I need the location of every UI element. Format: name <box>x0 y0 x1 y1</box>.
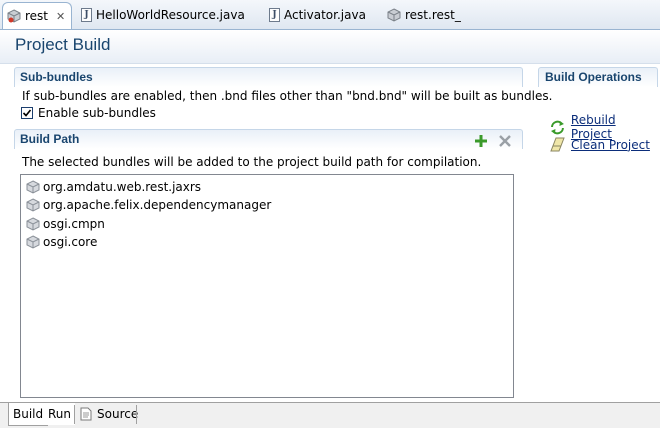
tab-label: Activator.java <box>284 8 366 22</box>
tab-helloworldresource[interactable]: J HelloWorldResource.java <box>81 4 245 26</box>
java-file-icon: J <box>81 8 92 22</box>
remove-bundle-button[interactable] <box>497 133 513 149</box>
tab-separator <box>136 405 137 424</box>
bundle-name: osgi.cmpn <box>43 217 105 231</box>
tab-run[interactable]: Run <box>44 403 76 425</box>
bundle-icon <box>387 8 401 22</box>
subbundles-section-header: Sub-bundles <box>14 67 523 87</box>
refresh-icon <box>550 120 564 134</box>
bundle-name: osgi.core <box>43 235 98 249</box>
tab-label: rest.rest_ <box>405 8 461 22</box>
tab-label: Build <box>13 407 44 421</box>
tab-rest[interactable]: rest ✕ <box>2 2 73 29</box>
add-bundle-button[interactable] <box>473 133 489 149</box>
tab-separator <box>74 405 75 424</box>
tab-build[interactable]: Build <box>8 403 49 426</box>
bundle-icon <box>7 9 21 23</box>
remove-icon <box>499 135 511 147</box>
tab-label: rest <box>25 9 49 23</box>
source-file-icon <box>80 407 92 421</box>
buildpath-description: The selected bundles will be added to th… <box>22 155 482 169</box>
section-title: Build Operations <box>545 70 642 84</box>
tab-label: Source <box>97 407 139 421</box>
page-tab-bar: Build Run Source <box>0 402 660 428</box>
form-header: Project Build <box>0 30 660 64</box>
list-item[interactable]: osgi.core <box>26 233 97 251</box>
editor-tab-bar: rest ✕ J HelloWorldResource.java J Activ… <box>0 0 660 30</box>
tab-label: HelloWorldResource.java <box>96 8 245 22</box>
enable-subbundles-checkbox-row[interactable]: Enable sub-bundles <box>21 106 156 120</box>
bundle-icon <box>26 235 40 249</box>
close-icon[interactable]: ✕ <box>56 10 65 23</box>
bundle-icon <box>26 180 40 194</box>
java-file-icon: J <box>269 8 280 22</box>
clean-project-link[interactable]: Clean Project <box>550 137 650 152</box>
page-title: Project Build <box>15 35 111 54</box>
add-icon <box>475 135 487 147</box>
eraser-icon <box>550 137 565 152</box>
build-operations-header: Build Operations <box>538 67 658 87</box>
tab-label: Run <box>48 407 72 421</box>
bundle-name: org.apache.felix.dependencymanager <box>43 198 272 212</box>
tab-activator[interactable]: J Activator.java <box>269 4 366 26</box>
bundle-name: org.amdatu.web.rest.jaxrs <box>43 180 202 194</box>
enable-subbundles-label: Enable sub-bundles <box>38 106 156 120</box>
bundle-list[interactable]: org.amdatu.web.rest.jaxrs org.apache.fel… <box>20 174 514 398</box>
bundle-icon <box>26 217 40 231</box>
enable-subbundles-checkbox[interactable] <box>21 107 33 119</box>
list-item[interactable]: org.amdatu.web.rest.jaxrs <box>26 178 201 196</box>
list-item[interactable]: org.apache.felix.dependencymanager <box>26 196 271 214</box>
tab-source[interactable]: Source <box>76 403 142 425</box>
section-title: Build Path <box>20 132 80 146</box>
tab-rest-rest[interactable]: rest.rest_ <box>387 4 461 26</box>
clean-project-label: Clean Project <box>571 137 650 152</box>
subbundles-description: If sub-bundles are enabled, then .bnd fi… <box>22 89 553 103</box>
section-title: Sub-bundles <box>20 70 93 84</box>
list-item[interactable]: osgi.cmpn <box>26 215 105 233</box>
buildpath-section-header: Build Path <box>14 129 523 149</box>
bundle-icon <box>26 198 40 212</box>
